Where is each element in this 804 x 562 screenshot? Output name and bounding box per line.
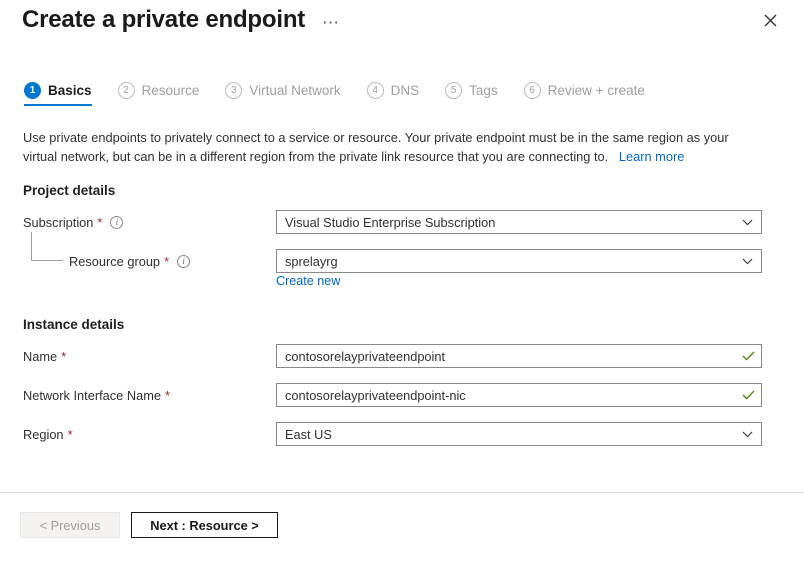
next-resource-button[interactable]: Next : Resource >: [131, 512, 278, 538]
name-label: Name *: [23, 349, 66, 364]
name-value: contosorelayprivateendpoint: [277, 349, 735, 364]
info-icon[interactable]: i: [177, 255, 190, 268]
network-interface-name-label: Network Interface Name *: [23, 388, 170, 403]
region-label: Region *: [23, 427, 73, 442]
footer-divider: [0, 492, 804, 493]
resource-group-value: sprelayrg: [277, 254, 733, 269]
tab-label: Resource: [142, 83, 200, 98]
tab-label: Basics: [48, 83, 92, 98]
region-label-text: Region: [23, 427, 64, 442]
required-marker: *: [68, 428, 73, 441]
name-label-text: Name: [23, 349, 57, 364]
page-title: Create a private endpoint: [22, 6, 305, 34]
tab-label: DNS: [391, 83, 420, 98]
chevron-down-icon: [733, 431, 761, 438]
tab-label: Review + create: [548, 83, 645, 98]
network-interface-name-input[interactable]: contosorelayprivateendpoint-nic: [276, 383, 762, 407]
wizard-tabs: 1 Basics 2 Resource 3 Virtual Network 4 …: [24, 82, 780, 114]
previous-button[interactable]: < Previous: [20, 512, 120, 538]
learn-more-link[interactable]: Learn more: [619, 149, 684, 164]
subscription-value: Visual Studio Enterprise Subscription: [277, 215, 733, 230]
tab-number: 3: [225, 82, 242, 99]
tab-basics[interactable]: 1 Basics: [24, 82, 92, 106]
required-marker: *: [164, 255, 169, 268]
valid-checkmark-icon: [735, 390, 761, 400]
tab-review-create[interactable]: 6 Review + create: [524, 82, 645, 106]
resource-group-label-text: Resource group: [69, 254, 160, 269]
section-title-project-details: Project details: [23, 183, 115, 198]
valid-checkmark-icon: [735, 351, 761, 361]
description-text: Use private endpoints to privately conne…: [23, 128, 763, 166]
subscription-label-text: Subscription: [23, 215, 93, 230]
required-marker: *: [97, 216, 102, 229]
chevron-down-icon: [733, 258, 761, 265]
tab-dns[interactable]: 4 DNS: [367, 82, 420, 106]
region-dropdown[interactable]: East US: [276, 422, 762, 446]
resource-group-dropdown[interactable]: sprelayrg: [276, 249, 762, 273]
network-interface-name-label-text: Network Interface Name: [23, 388, 161, 403]
chevron-down-icon: [733, 219, 761, 226]
tab-label: Tags: [469, 83, 498, 98]
tab-number: 6: [524, 82, 541, 99]
tab-label: Virtual Network: [249, 83, 340, 98]
tab-virtual-network[interactable]: 3 Virtual Network: [225, 82, 340, 106]
tree-connector-line: [31, 232, 63, 261]
tab-number: 1: [24, 82, 41, 99]
more-options-icon[interactable]: ⋯: [318, 10, 344, 36]
create-new-resource-group-link[interactable]: Create new: [276, 274, 340, 288]
subscription-label: Subscription * i: [23, 215, 123, 230]
tab-resource[interactable]: 2 Resource: [118, 82, 200, 106]
required-marker: *: [61, 350, 66, 363]
tab-number: 2: [118, 82, 135, 99]
name-input[interactable]: contosorelayprivateendpoint: [276, 344, 762, 368]
info-icon[interactable]: i: [110, 216, 123, 229]
close-icon[interactable]: [758, 8, 782, 32]
network-interface-name-value: contosorelayprivateendpoint-nic: [277, 388, 735, 403]
section-title-instance-details: Instance details: [23, 317, 124, 332]
required-marker: *: [165, 389, 170, 402]
dialog-header: Create a private endpoint ⋯: [0, 0, 804, 56]
subscription-dropdown[interactable]: Visual Studio Enterprise Subscription: [276, 210, 762, 234]
tab-number: 5: [445, 82, 462, 99]
tab-tags[interactable]: 5 Tags: [445, 82, 498, 106]
resource-group-label: Resource group * i: [69, 254, 190, 269]
tab-number: 4: [367, 82, 384, 99]
region-value: East US: [277, 427, 733, 442]
